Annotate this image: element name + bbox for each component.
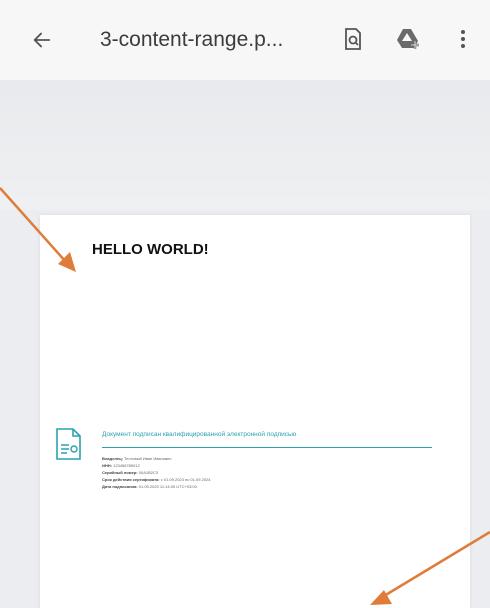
annotation-arrow-top [0, 187, 76, 272]
annotation-arrow-bottom [370, 530, 490, 605]
annotation-overlay [0, 187, 490, 605]
